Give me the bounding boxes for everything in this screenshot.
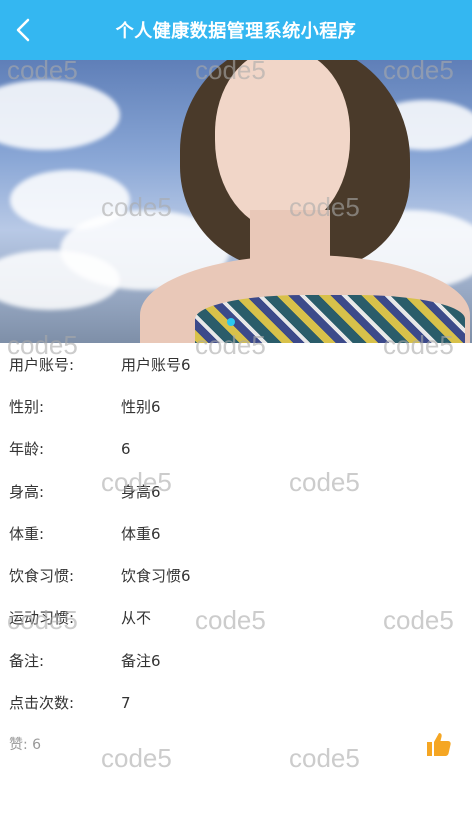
field-value: 从不	[121, 609, 152, 628]
like-count: 赞: 6	[9, 737, 42, 753]
field-label: 备注:	[9, 651, 45, 670]
like-bar: 赞: 6	[0, 724, 472, 764]
back-button[interactable]	[8, 15, 38, 45]
field-click-count: 点击次数: 7	[0, 681, 472, 723]
header-bar: 个人健康数据管理系统小程序	[0, 0, 472, 60]
field-gender: 性别: 性别6	[0, 385, 472, 427]
field-label: 身高:	[9, 482, 45, 501]
field-exercise-habit: 运动习惯: 从不	[0, 597, 472, 639]
field-value: 体重6	[121, 524, 161, 543]
field-value: 身高6	[121, 482, 161, 501]
field-value: 用户账号6	[121, 355, 191, 374]
field-value: 备注6	[121, 651, 161, 670]
detail-list: 用户账号: 用户账号6 性别: 性别6 年龄: 6 身高: 身高6 体重: 体重…	[0, 343, 472, 724]
field-label: 饮食习惯:	[9, 567, 75, 586]
field-value: 饮食习惯6	[121, 567, 191, 586]
field-user-account: 用户账号: 用户账号6	[0, 343, 472, 385]
field-weight: 体重: 体重6	[0, 512, 472, 554]
field-height: 身高: 身高6	[0, 470, 472, 512]
carousel-indicator[interactable]	[227, 318, 235, 326]
field-label: 年龄:	[9, 440, 45, 459]
field-label: 用户账号:	[9, 355, 75, 374]
field-label: 体重:	[9, 524, 45, 543]
page-title: 个人健康数据管理系统小程序	[115, 21, 357, 42]
chevron-left-icon	[16, 18, 30, 42]
field-remarks: 备注: 备注6	[0, 639, 472, 681]
field-value: 性别6	[121, 397, 161, 416]
field-age: 年龄: 6	[0, 428, 472, 470]
field-value: 6	[121, 439, 131, 458]
field-label: 性别:	[9, 397, 45, 416]
field-label: 运动习惯:	[9, 609, 75, 628]
field-value: 7	[121, 693, 131, 712]
field-label: 点击次数:	[9, 694, 75, 713]
profile-photo	[0, 60, 472, 343]
field-diet-habit: 饮食习惯: 饮食习惯6	[0, 554, 472, 596]
thumbs-up-icon[interactable]	[424, 730, 452, 758]
